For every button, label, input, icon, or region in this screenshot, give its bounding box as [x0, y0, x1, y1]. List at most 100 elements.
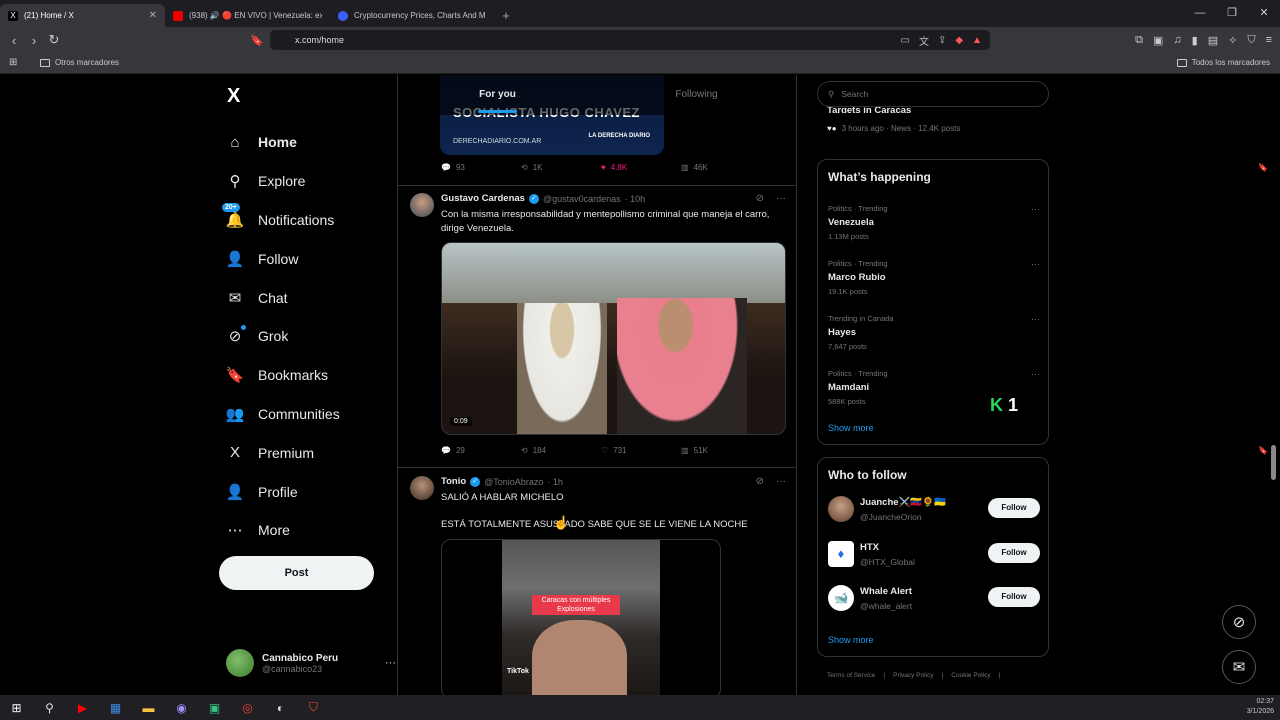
bookmark-icon[interactable]: 🔖: [1258, 446, 1268, 455]
sidebar-item-premium[interactable]: X Premium: [226, 433, 340, 472]
htx-logo-icon[interactable]: ♦: [828, 541, 854, 567]
sidebar-item-grok[interactable]: ⊘ Grok: [226, 317, 340, 356]
footer-link[interactable]: Cookie Policy: [951, 672, 990, 679]
views-button[interactable]: ▥ 51K: [681, 446, 761, 455]
more-dots-icon[interactable]: ···: [1031, 259, 1040, 269]
app-icon[interactable]: ▣: [198, 695, 231, 720]
author-handle[interactable]: @gustav0cardenas: [543, 194, 621, 204]
like-button[interactable]: ♥ 4.8K: [601, 163, 681, 172]
grok-icon[interactable]: ⊘: [756, 476, 764, 487]
avatar[interactable]: [410, 476, 434, 500]
url-field[interactable]: x.com/home ▭ 文 ⇪ ◆ ▲: [270, 30, 990, 50]
brave-rewards-icon[interactable]: ▲: [972, 35, 982, 46]
back-icon[interactable]: ‹: [4, 33, 24, 48]
sidebar-icon[interactable]: ▮: [1192, 34, 1198, 47]
brave-icon[interactable]: ⛉: [297, 695, 330, 720]
sidebar-item-profile[interactable]: 👤 Profile: [226, 472, 340, 511]
author-name[interactable]: Gustavo Cardenas: [441, 193, 525, 204]
browser-tab-x-home[interactable]: X (21) Home / X ✕: [0, 4, 165, 27]
footer-link[interactable]: Privacy Policy: [893, 672, 933, 679]
post-button[interactable]: Post: [219, 556, 374, 590]
footer-link[interactable]: Terms of Service: [827, 672, 875, 679]
tab-for-you[interactable]: For you: [398, 75, 597, 115]
follow-suggestion[interactable]: ♦ HTX @HTX_Global Follow: [828, 541, 1040, 571]
search-input[interactable]: ⚲ Search: [817, 81, 1049, 107]
menu-icon[interactable]: ≡: [1266, 34, 1272, 46]
youtube-icon[interactable]: ▶: [66, 695, 99, 720]
sidebar-item-home[interactable]: ⌂ Home: [226, 123, 340, 162]
share-icon[interactable]: ⇪: [938, 35, 946, 46]
sidebar-item-chat[interactable]: ✉ Chat: [226, 278, 340, 317]
sidebar-item-more[interactable]: ⋯ More: [226, 511, 340, 550]
app2-icon[interactable]: ◐: [264, 695, 297, 720]
more-dots-icon[interactable]: ···: [1031, 369, 1040, 379]
more-dots-icon[interactable]: ···: [776, 193, 786, 204]
follow-button[interactable]: Follow: [988, 587, 1040, 607]
post-time[interactable]: · 1h: [547, 477, 563, 487]
more-dots-icon[interactable]: ···: [385, 657, 396, 669]
video-player[interactable]: Caracas con múltiples Explosiones TikTok: [441, 539, 721, 695]
tab-following[interactable]: Following: [597, 75, 796, 115]
more-dots-icon[interactable]: ···: [1031, 314, 1040, 324]
follow-button[interactable]: Follow: [988, 543, 1040, 563]
account-switcher[interactable]: Cannabico Peru @cannabico23 ···: [226, 649, 396, 677]
reload-icon[interactable]: ↻: [44, 32, 64, 48]
show-more-link[interactable]: Show more: [828, 635, 874, 645]
show-more-link[interactable]: Show more: [828, 423, 874, 433]
vpn-icon[interactable]: ⛉: [1247, 34, 1255, 47]
repost-button[interactable]: ⟲ 184: [521, 446, 601, 455]
sidebar-item-communities[interactable]: 👥 Communities: [226, 395, 340, 434]
wallet2-icon[interactable]: ▤: [1208, 34, 1218, 47]
cast-icon[interactable]: ▭: [901, 35, 910, 46]
translate-icon[interactable]: 文: [919, 33, 929, 48]
author-name[interactable]: Tonio: [441, 476, 466, 487]
music-icon[interactable]: ♫: [1173, 34, 1181, 46]
sidebar-item-explore[interactable]: ⚲ Explore: [226, 162, 340, 201]
bookmark-icon[interactable]: 🔖: [1258, 163, 1268, 172]
discord-icon[interactable]: ◉: [165, 695, 198, 720]
messages-fab-button[interactable]: ✉: [1222, 650, 1256, 684]
browser-tab-crypto[interactable]: Cryptocurrency Prices, Charts And M: [330, 4, 495, 27]
chrome-icon[interactable]: ◎: [231, 695, 264, 720]
new-tab-button[interactable]: +: [495, 4, 517, 27]
minimize-icon[interactable]: —: [1184, 0, 1216, 27]
author-handle[interactable]: @TonioAbrazo: [484, 477, 543, 487]
browser-tab-youtube[interactable]: (938) 🔊 🔴 EN VIVO | Venezuela: exp: [165, 4, 330, 27]
brave-shield-icon[interactable]: ◆: [955, 35, 963, 46]
more-dots-icon[interactable]: ···: [1031, 204, 1040, 214]
windows-start-icon[interactable]: ⊞: [0, 695, 33, 720]
search-icon[interactable]: ⚲: [33, 695, 66, 720]
wallet-icon[interactable]: ▣: [1153, 34, 1163, 47]
file-explorer-icon[interactable]: ▬: [132, 695, 165, 720]
close-tab-icon[interactable]: ✕: [149, 10, 157, 21]
page-scrollbar[interactable]: [1271, 445, 1276, 480]
grok-icon[interactable]: ⊘: [756, 193, 764, 204]
repost-button[interactable]: ⟲ 1K: [521, 163, 601, 172]
reply-button[interactable]: 💬 93: [441, 163, 521, 172]
video-player[interactable]: 0:09: [441, 242, 786, 435]
leo-icon[interactable]: ✧: [1228, 34, 1237, 47]
whale-icon[interactable]: 🐋: [828, 585, 854, 611]
trend-item[interactable]: Trending in Canada Hayes 7,647 posts ···: [828, 314, 1040, 351]
sidebar-item-notifications[interactable]: 🔔 20+ Notifications: [222, 201, 340, 240]
avatar[interactable]: [410, 193, 434, 217]
bookmark-page-icon[interactable]: 🔖: [250, 34, 264, 47]
close-window-icon[interactable]: ✕: [1248, 0, 1280, 27]
extension-icon[interactable]: ⧉: [1135, 34, 1143, 47]
follow-suggestion[interactable]: 🐋 Whale Alert @whale_alert Follow: [828, 585, 1040, 615]
apps-grid-icon[interactable]: ⊞: [9, 57, 17, 68]
trend-item[interactable]: Politics · Trending Venezuela 1.13M posts ·…: [828, 204, 1040, 241]
follow-button[interactable]: Follow: [988, 498, 1040, 518]
sidebar-item-follow[interactable]: 👤 Follow: [226, 239, 340, 278]
sidebar-item-bookmarks[interactable]: 🔖 Bookmarks: [226, 356, 340, 395]
grok-fab-button[interactable]: ⊘: [1222, 605, 1256, 639]
bookmark-folder-all[interactable]: Todos los marcadores: [1176, 58, 1270, 67]
restore-icon[interactable]: ❐: [1216, 0, 1248, 27]
system-clock[interactable]: 02:37 3/1/2026: [1247, 697, 1274, 717]
forward-icon[interactable]: ›: [24, 33, 44, 48]
views-button[interactable]: ▥ 46K: [681, 163, 761, 172]
reply-button[interactable]: 💬 29: [441, 446, 521, 455]
trend-item[interactable]: Politics · Trending Marco Rubio 19.1K post…: [828, 259, 1040, 296]
post-time[interactable]: · 10h: [625, 194, 646, 204]
avatar[interactable]: [828, 496, 854, 522]
